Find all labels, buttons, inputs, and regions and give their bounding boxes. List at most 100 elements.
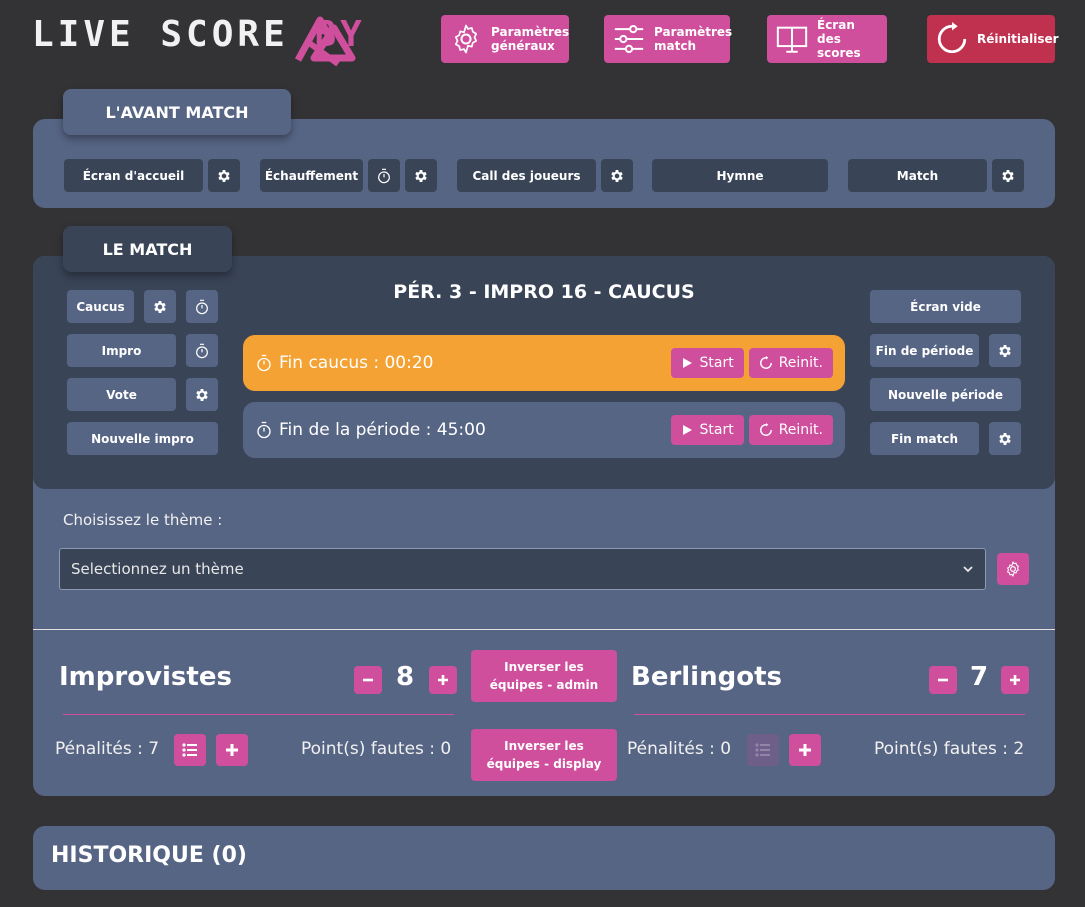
left-fouls: Point(s) fautes : 0 (301, 739, 452, 759)
swap-teams-admin-button[interactable]: Inverser les équipes - admin (471, 650, 617, 702)
impro-button[interactable]: Impro (67, 334, 176, 367)
gear-icon (154, 300, 166, 313)
right-penalties-add-button[interactable] (789, 734, 821, 766)
left-score-minus-button[interactable] (354, 666, 382, 694)
left-team-score: 8 (395, 662, 415, 692)
stopwatch-icon (257, 421, 271, 439)
reset-icon (759, 423, 772, 436)
period-timer-reset-button[interactable]: Reinit. (748, 415, 833, 445)
gear-icon (218, 169, 230, 182)
chevron-down-icon (963, 566, 973, 573)
stopwatch-icon (196, 299, 208, 314)
impro-timer-button[interactable] (186, 334, 218, 367)
plus-icon (1010, 675, 1020, 685)
history-title: HISTORIQUE (0) (51, 843, 247, 868)
screen-icon (776, 26, 808, 53)
gear-icon (196, 388, 208, 401)
right-penalties: Pénalités : 0 (627, 739, 732, 759)
scoreboard-screen-label-1: Écran (817, 18, 855, 32)
gear-icon (999, 432, 1011, 445)
match-button[interactable]: Match (848, 159, 987, 192)
sliders-icon (614, 24, 644, 54)
logo-text: LIVE SCORE (32, 14, 289, 55)
welcome-settings-button[interactable] (208, 159, 240, 192)
right-team-underline (634, 714, 1025, 715)
right-penalties-list-button[interactable] (747, 734, 779, 766)
reset-label: Reinit. (778, 355, 823, 371)
caucus-settings-button[interactable] (144, 290, 176, 323)
right-fouls: Point(s) fautes : 2 (874, 739, 1025, 759)
match-settings-label-2: match (654, 39, 696, 53)
minus-icon (938, 678, 948, 682)
right-score-minus-button[interactable] (929, 666, 957, 694)
plus-icon (226, 744, 238, 756)
gear-icon (611, 169, 623, 182)
scoreboard-screen-label-2: des scores (817, 32, 861, 60)
anthem-button[interactable]: Hymne (652, 159, 828, 192)
caucus-timer-reset-button[interactable]: Reinit. (748, 348, 833, 378)
left-penalties-list-button[interactable] (174, 734, 206, 766)
welcome-screen-button[interactable]: Écran d'accueil (64, 159, 203, 192)
end-match-button[interactable]: Fin match (870, 422, 979, 455)
left-penalties-add-button[interactable] (216, 734, 248, 766)
left-penalties: Pénalités : 7 (55, 739, 160, 759)
warmup-button[interactable]: Échauffement (260, 159, 363, 192)
left-team-underline (63, 714, 454, 715)
new-impro-button[interactable]: Nouvelle impro (67, 422, 218, 455)
reset-all-label: Réinitialiser (977, 32, 1059, 46)
gear-icon (1002, 169, 1014, 182)
end-period-button[interactable]: Fin de période (870, 334, 979, 367)
gear-icon (1007, 561, 1019, 577)
vote-settings-button[interactable] (186, 378, 218, 411)
caucus-timer: Fin caucus : 00:20 Start Reinit. (243, 335, 845, 391)
caucus-timer-start-button[interactable]: Start (671, 348, 744, 378)
player-call-settings-button[interactable] (601, 159, 633, 192)
general-settings-button[interactable]: Paramètres généraux (441, 15, 569, 63)
period-timer: Fin de la période : 45:00 Start Reinit. (243, 402, 845, 458)
vote-button[interactable]: Vote (67, 378, 176, 411)
match-title: LE MATCH (63, 226, 232, 272)
right-team-name: Berlingots (631, 662, 782, 692)
left-team-name: Improvistes (59, 662, 232, 692)
caucus-timer-button[interactable] (186, 290, 218, 323)
theme-label: Choisissez le thème : (63, 511, 223, 529)
player-call-button[interactable]: Call des joueurs (457, 159, 596, 192)
warmup-timer-button[interactable] (368, 159, 400, 192)
gear-icon (415, 169, 427, 182)
theme-settings-button[interactable] (997, 553, 1029, 585)
right-team-score: 7 (969, 662, 989, 692)
blank-screen-button[interactable]: Écran vide (870, 290, 1021, 323)
minus-icon (363, 678, 373, 682)
list-icon (755, 743, 770, 757)
play-icon (683, 358, 693, 368)
list-icon (182, 743, 197, 757)
period-timer-start-button[interactable]: Start (671, 415, 744, 445)
play-icon (683, 425, 693, 435)
caucus-timer-label: Fin caucus : 00:20 (279, 353, 434, 373)
match-settings-small-button[interactable] (992, 159, 1024, 192)
reset-icon (759, 356, 772, 369)
reset-icon (937, 22, 967, 54)
swap-teams-display-button[interactable]: Inverser les équipes - display (471, 729, 617, 781)
scoreboard-screen-button[interactable]: Écran des scores (767, 15, 887, 63)
theme-select-value: Selectionnez un thème (71, 560, 244, 578)
match-status: PÉR. 3 - IMPRO 16 - CAUCUS (393, 281, 695, 303)
plus-icon (799, 744, 811, 756)
brand-logo-icon (294, 16, 356, 67)
warmup-settings-button[interactable] (405, 159, 437, 192)
end-period-settings-button[interactable] (989, 334, 1021, 367)
match-settings-button[interactable]: Paramètres match (604, 15, 733, 63)
theme-select[interactable]: Selectionnez un thème (59, 548, 986, 590)
end-match-settings-button[interactable] (989, 422, 1021, 455)
left-score-plus-button[interactable] (429, 666, 457, 694)
caucus-button[interactable]: Caucus (67, 290, 134, 323)
right-score-plus-button[interactable] (1001, 666, 1029, 694)
pre-match-title: L'AVANT MATCH (63, 89, 291, 135)
period-timer-label: Fin de la période : 45:00 (279, 420, 486, 440)
section-divider (33, 629, 1055, 630)
reset-label: Reinit. (778, 422, 823, 438)
gear-icon (454, 24, 478, 54)
match-settings-label-1: Paramètres (654, 25, 733, 39)
reset-all-button[interactable]: Réinitialiser (927, 15, 1059, 63)
new-period-button[interactable]: Nouvelle période (870, 378, 1021, 411)
